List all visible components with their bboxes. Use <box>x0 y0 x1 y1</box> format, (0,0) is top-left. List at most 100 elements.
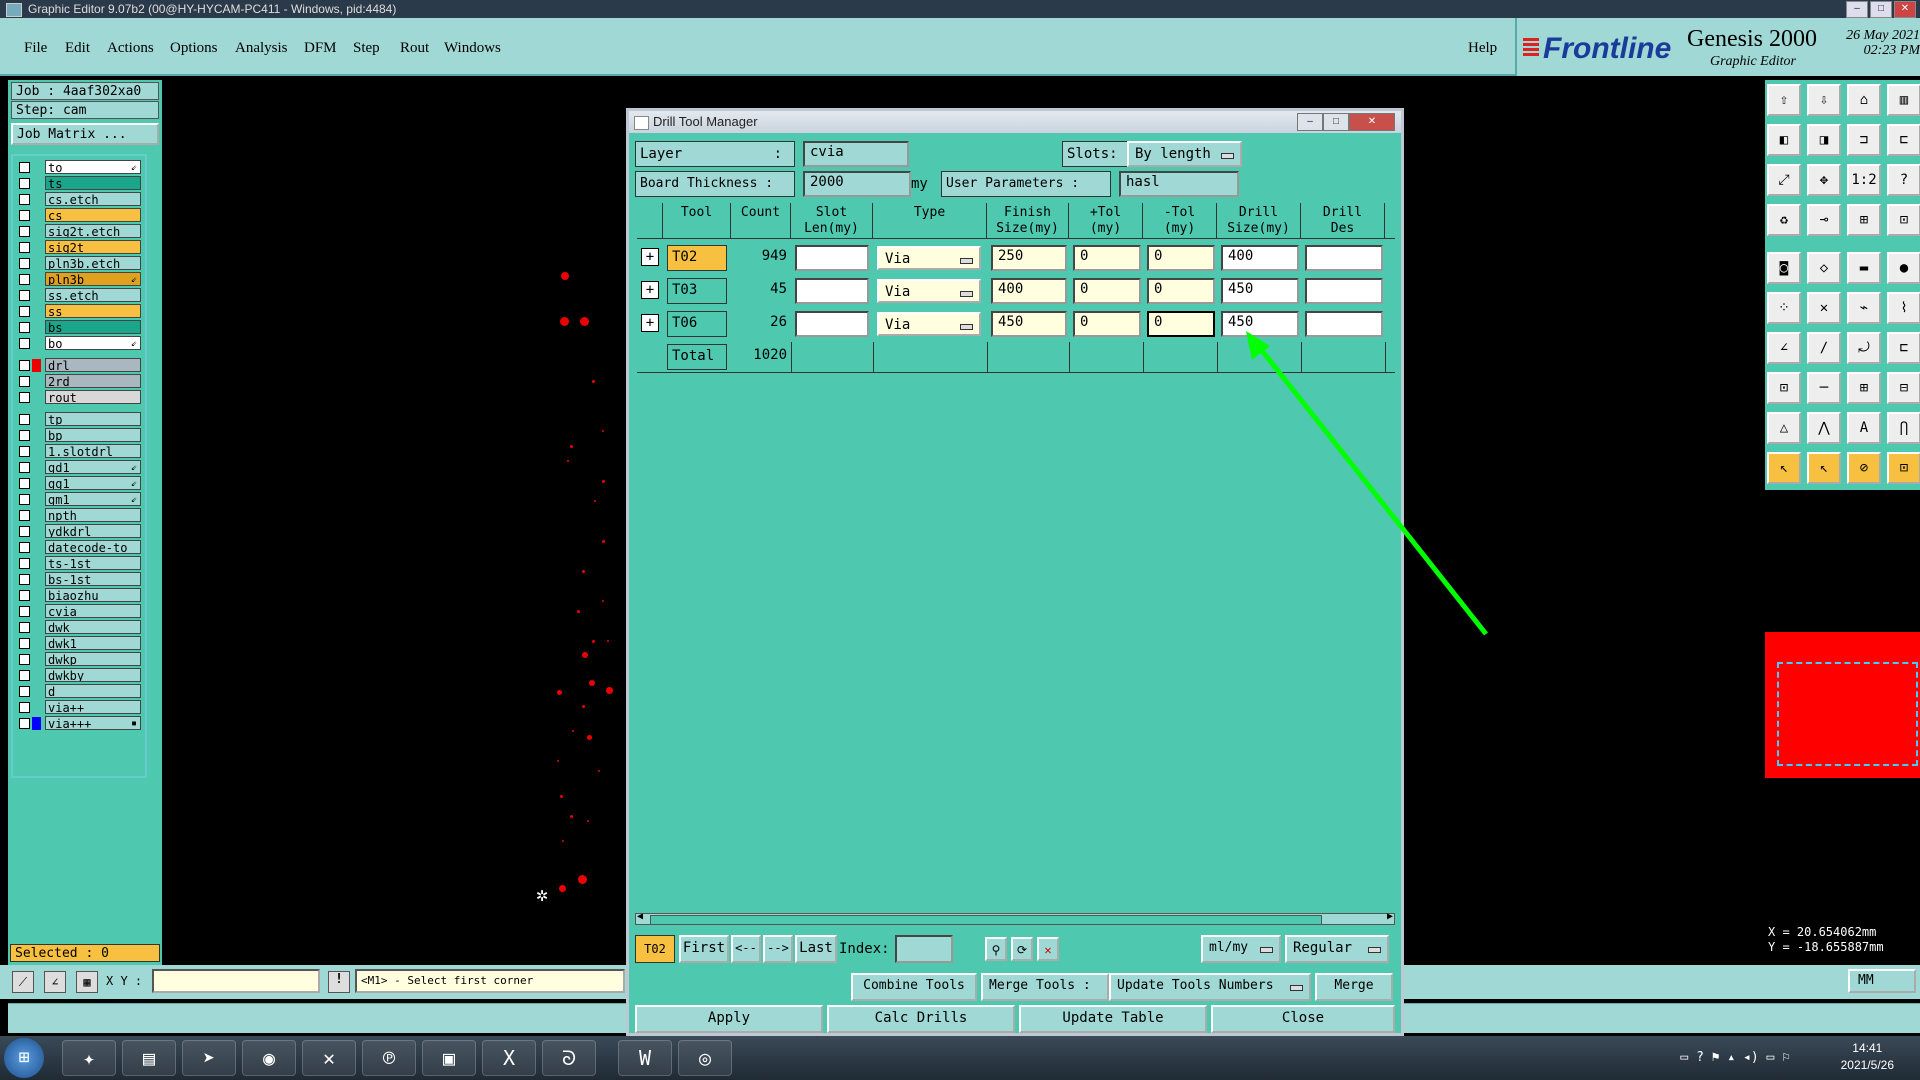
layer-checkbox[interactable] <box>19 258 30 269</box>
add-icon[interactable]: ⊞ <box>1847 372 1881 404</box>
update-table-button[interactable]: Update Table <box>1019 1005 1207 1033</box>
layer-checkbox[interactable] <box>19 606 30 617</box>
close-dialog-button[interactable]: Close <box>1211 1005 1395 1033</box>
measure-icon[interactable]: ∠ <box>44 971 66 993</box>
minus-tol-input[interactable]: 0 <box>1147 311 1215 337</box>
taskbar-app-viewer-icon[interactable]: ◉ <box>242 1040 296 1076</box>
taskbar-app-messenger-icon[interactable]: ➤ <box>182 1040 236 1076</box>
layer-name[interactable]: to ⇙ <box>45 160 141 174</box>
drill-des-input[interactable] <box>1305 311 1383 337</box>
layer-row[interactable]: cs.etch <box>17 192 141 207</box>
layer-name[interactable]: rout <box>45 390 141 404</box>
menu-file[interactable]: File <box>24 40 47 57</box>
pointer-icon[interactable]: ↖ <box>1767 452 1801 484</box>
expand-row-icon[interactable]: + <box>641 281 659 299</box>
layer-name[interactable]: pln3b ⇙ <box>45 272 141 286</box>
layer-checkbox[interactable] <box>19 194 30 205</box>
horizontal-scrollbar[interactable]: ◀ ▶ <box>635 911 1395 925</box>
snap-icon[interactable]: ⟋ <box>12 971 34 993</box>
layer-row[interactable]: via++ <box>17 700 141 715</box>
subtract-icon[interactable]: ⊟ <box>1887 372 1920 404</box>
layer-row[interactable]: drl <box>17 358 141 373</box>
layer-row[interactable]: dwk <box>17 620 141 635</box>
redraw-icon[interactable]: ♻ <box>1767 204 1801 236</box>
layer-row[interactable]: dwk1 <box>17 636 141 651</box>
expand-row-icon[interactable]: + <box>641 314 659 332</box>
layer-name[interactable]: 1.slotdrl <box>45 444 141 458</box>
layer-row[interactable]: sig2t.etch <box>17 224 141 239</box>
layer-row[interactable]: ts-1st <box>17 556 141 571</box>
menu-dfm[interactable]: DFM <box>304 40 337 57</box>
layer-checkbox[interactable] <box>19 430 30 441</box>
layer-row[interactable]: via+++ ▪ <box>17 716 141 731</box>
expand-row-icon[interactable]: + <box>641 248 659 266</box>
layer-name[interactable]: ss.etch <box>45 288 141 302</box>
menu-step[interactable]: Step <box>353 40 380 57</box>
menu-edit[interactable]: Edit <box>65 40 90 57</box>
slash-icon[interactable]: ∕ <box>1807 332 1841 364</box>
start-button[interactable]: ⊞ <box>4 1038 44 1078</box>
layer-name[interactable]: drl <box>45 358 141 372</box>
layer-checkbox[interactable] <box>19 574 30 585</box>
fill-icon[interactable]: ◙ <box>1767 252 1801 284</box>
next-button[interactable]: --> <box>763 935 793 963</box>
tool-id[interactable]: T03 <box>667 278 727 304</box>
layer-checkbox[interactable] <box>19 702 30 713</box>
arch-icon[interactable]: ⋂ <box>1887 412 1920 444</box>
layer-checkbox[interactable] <box>19 392 30 403</box>
grid-icon[interactable]: ▦ <box>76 971 98 993</box>
taskbar-app-red-icon[interactable]: ᘐ <box>542 1040 596 1076</box>
pan-left-icon[interactable]: ◧ <box>1767 124 1801 156</box>
layer-row[interactable]: bs <box>17 320 141 335</box>
drill-des-input[interactable] <box>1305 278 1383 304</box>
layer-checkbox[interactable] <box>19 590 30 601</box>
taskbar-app-p-icon[interactable]: ℗ <box>362 1040 416 1076</box>
layer-checkbox[interactable] <box>19 686 30 697</box>
outline-icon[interactable]: ◇ <box>1807 252 1841 284</box>
apply-button[interactable]: Apply <box>635 1005 823 1033</box>
layer-name[interactable]: bo ⇙ <box>45 336 141 350</box>
layer-checkbox[interactable] <box>19 622 30 633</box>
scrollbar-thumb[interactable] <box>650 915 1322 925</box>
type-dropdown[interactable]: Via <box>877 246 981 270</box>
drill-size-input[interactable]: 450 <box>1221 311 1299 337</box>
layer-checkbox[interactable] <box>19 376 30 387</box>
layer-row[interactable]: npth <box>17 508 141 523</box>
slot-length-input[interactable] <box>795 245 869 271</box>
taskbar-app-word-icon[interactable]: W <box>618 1040 672 1076</box>
triangle-icon[interactable]: △ <box>1767 412 1801 444</box>
frame-icon[interactable]: ⊡ <box>1767 372 1801 404</box>
plus-tol-input[interactable]: 0 <box>1073 245 1141 271</box>
layer-name[interactable]: cvia <box>45 604 141 618</box>
bracket-icon[interactable]: ⊏ <box>1887 332 1920 364</box>
layer-name[interactable]: dwkp <box>45 652 141 666</box>
menu-analysis[interactable]: Analysis <box>235 40 288 57</box>
menu-help[interactable]: Help <box>1468 40 1497 57</box>
finish-size-input[interactable]: 250 <box>991 245 1067 271</box>
pad-icon[interactable]: ● <box>1887 252 1920 284</box>
layer-name[interactable]: gd1 ⇙ <box>45 460 141 474</box>
layer-name[interactable]: pln3b.etch <box>45 256 141 270</box>
layer-row[interactable]: d <box>17 684 141 699</box>
calc-drills-button[interactable]: Calc Drills <box>827 1005 1015 1033</box>
cancel-icon[interactable]: ⊘ <box>1847 452 1881 484</box>
layer-checkbox[interactable] <box>19 274 30 285</box>
fit-icon[interactable]: ⊐ <box>1847 124 1881 156</box>
layer-checkbox[interactable] <box>19 290 30 301</box>
layer-checkbox[interactable] <box>19 654 30 665</box>
layer-input[interactable]: cvia <box>803 141 909 167</box>
update-tools-numbers-dropdown[interactable]: Update Tools Numbers <box>1109 973 1311 1001</box>
line-icon[interactable]: ▬ <box>1847 252 1881 284</box>
units-dropdown[interactable]: MM <box>1848 969 1916 993</box>
taskbar-app-genesis-icon[interactable]: ◎ <box>678 1040 732 1076</box>
slots-dropdown[interactable]: By length <box>1127 141 1242 167</box>
layer-row[interactable]: 2rd <box>17 374 141 389</box>
delete-icon[interactable]: ✕ <box>1037 937 1059 961</box>
layer-name[interactable]: bs-1st <box>45 572 141 586</box>
layer-row[interactable]: dwkby <box>17 668 141 683</box>
layer-checkbox[interactable] <box>19 306 30 317</box>
drill-des-input[interactable] <box>1305 245 1383 271</box>
layer-checkbox[interactable] <box>19 510 30 521</box>
layer-row[interactable]: pln3b.etch <box>17 256 141 271</box>
layer-row[interactable]: rout <box>17 390 141 405</box>
